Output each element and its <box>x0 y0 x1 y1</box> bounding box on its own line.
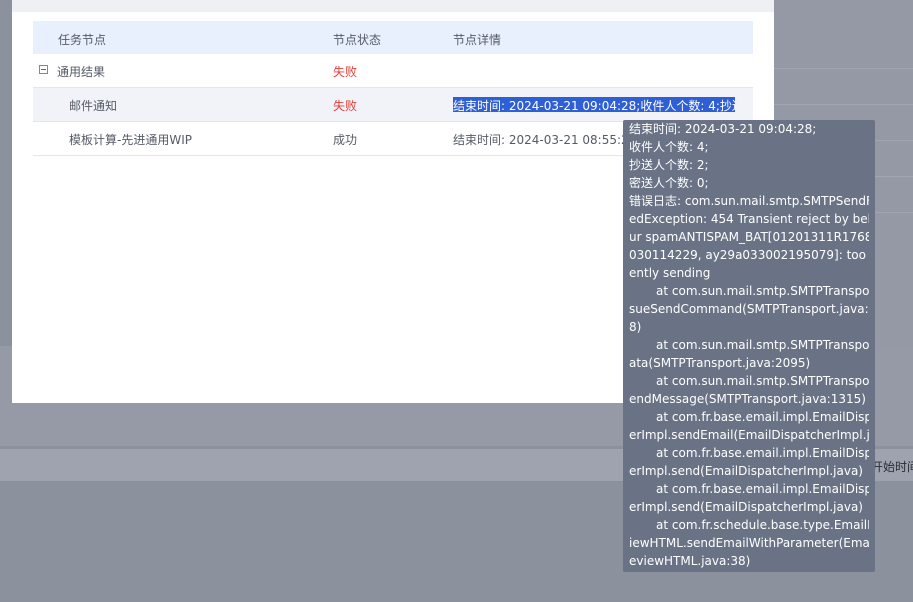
node-name: 模板计算-先进通用WIP <box>69 133 192 147</box>
node-name: 通用结果 <box>57 65 106 79</box>
tooltip-line: ata(SMTPTransport.java:2095) <box>629 356 811 370</box>
tooltip-line: 结束时间: 2024-03-21 09:04:28; <box>629 122 817 136</box>
node-name: 邮件通知 <box>69 99 118 113</box>
tooltip-line: ur spamANTISPAM_BAT[01201311R1768S1 <box>629 230 869 244</box>
background-start-time-label: 开始时间 <box>871 460 913 474</box>
tooltip-line: 错误日志: com.sun.mail.smtp.SMTPSendFail <box>629 194 869 208</box>
tooltip-line: at com.sun.mail.smtp.SMTPTransport.s <box>656 374 869 388</box>
tooltip-line: erImpl.sendEmail(EmailDispatcherImpl.jav… <box>629 428 869 442</box>
tooltip-line: erImpl.send(EmailDispatcherImpl.java) <box>629 464 863 478</box>
tooltip-line: endMessage(SMTPTransport.java:1315) <box>629 392 866 406</box>
tooltip-line: at com.fr.base.email.impl.EmailDispatch <box>656 446 869 460</box>
table-row[interactable]: 邮件通知 失败 结束时间: 2024-03-21 09:04:28;收件人个数:… <box>33 88 753 122</box>
table-row[interactable]: 通用结果 失败 <box>33 54 753 88</box>
status-badge: 失败 <box>333 65 358 79</box>
tooltip-line: 密送人个数: 0; <box>629 176 709 190</box>
collapse-icon[interactable] <box>39 65 48 74</box>
tooltip-line: at com.fr.schedule.base.type.EmailPrev <box>656 518 869 532</box>
tooltip-line: 抄送人个数: 2; <box>629 158 709 172</box>
tooltip-line: iewHTML.sendEmailWithParameter(EmailPr <box>629 536 869 550</box>
tooltip-line: eviewHTML.java:38) <box>629 554 751 568</box>
detail-tooltip: 结束时间: 2024-03-21 09:04:28; 收件人个数: 4; 抄送人… <box>623 120 875 572</box>
column-header-status: 节点状态 <box>333 33 382 47</box>
status-badge: 成功 <box>333 133 358 147</box>
tooltip-line: at com.sun.mail.smtp.SMTPTransport.is <box>656 284 869 298</box>
tooltip-line: edException: 454 Transient reject by beh… <box>629 212 869 226</box>
tooltip-line: ently sending <box>629 266 711 280</box>
tooltip-line: sueSendCommand(SMTPTransport.java:235 <box>629 302 869 316</box>
tooltip-line: erImpl.send(EmailDispatcherImpl.java) <box>629 500 863 514</box>
dialog-header-strip <box>12 0 774 12</box>
column-header-detail: 节点详情 <box>453 33 502 47</box>
background-divider <box>774 104 913 105</box>
node-detail[interactable]: 结束时间: 2024-03-21 08:55:24; <box>453 131 640 148</box>
node-detail-selected[interactable]: 结束时间: 2024-03-21 09:04:28;收件人个数: 4;抄送... <box>453 97 735 112</box>
tooltip-line: at com.fr.base.email.impl.EmailDispatch <box>656 410 869 424</box>
background-divider <box>774 68 913 69</box>
tooltip-line: 收件人个数: 4; <box>629 140 709 154</box>
tooltip-line: at com.fr.base.email.impl.EmailDispatch <box>656 482 869 496</box>
tooltip-line: at com.sun.mail.smtp.SMTPTransport.d <box>656 338 869 352</box>
column-header-node: 任务节点 <box>58 33 107 47</box>
tooltip-line: 030114229, ay29a033002195079]: too frequ <box>629 248 869 262</box>
status-badge: 失败 <box>333 99 358 113</box>
table-header: 任务节点 节点状态 节点详情 <box>33 21 753 54</box>
tooltip-line: 8) <box>629 320 642 334</box>
